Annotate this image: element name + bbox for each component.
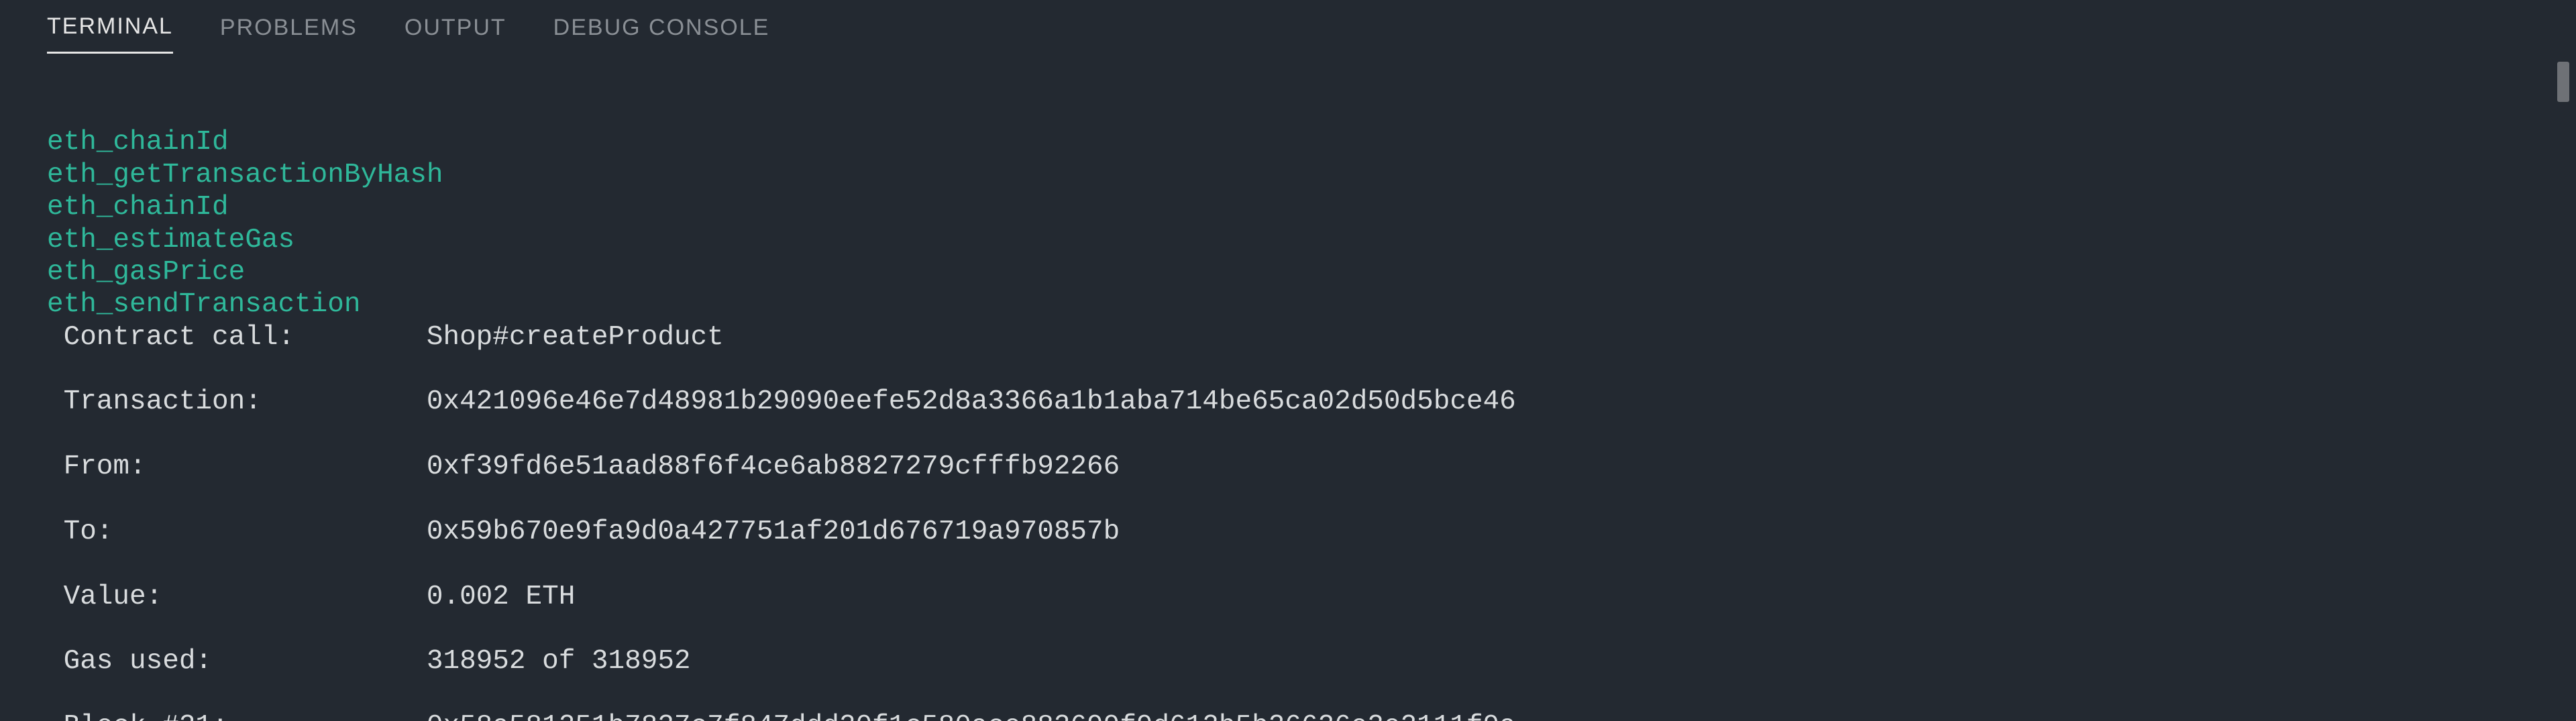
tx-key-contract-call: Contract call: — [64, 321, 427, 353]
panel-tabbar: TERMINAL PROBLEMS OUTPUT DEBUG CONSOLE — [0, 0, 2576, 54]
rpc-line: eth_sendTransaction — [47, 289, 360, 320]
rpc-line: eth_getTransactionByHash — [47, 160, 443, 190]
tx-val-value: 0.002 ETH — [427, 581, 575, 613]
rpc-line: eth_estimateGas — [47, 225, 294, 256]
tx-key-to: To: — [64, 516, 427, 548]
tab-output[interactable]: OUTPUT — [405, 15, 506, 53]
tx-key-transaction: Transaction: — [64, 386, 427, 418]
tx-key-value: Value: — [64, 581, 427, 613]
bottom-panel: TERMINAL PROBLEMS OUTPUT DEBUG CONSOLE e… — [0, 0, 2576, 721]
rpc-line: eth_chainId — [47, 192, 229, 223]
tx-val-to: 0x59b670e9fa9d0a427751af201d676719a97085… — [427, 516, 1120, 548]
tx-val-from: 0xf39fd6e51aad88f6f4ce6ab8827279cfffb922… — [427, 451, 1120, 483]
tab-problems[interactable]: PROBLEMS — [220, 15, 358, 53]
tx-key-from: From: — [64, 451, 427, 483]
terminal-output: eth_chainId eth_getTransactionByHash eth… — [47, 94, 2529, 721]
tx-key-block: Block #31: — [64, 710, 427, 721]
tab-terminal[interactable]: TERMINAL — [47, 13, 173, 54]
tx-val-contract-call: Shop#createProduct — [427, 321, 724, 353]
tab-debug-console[interactable]: DEBUG CONSOLE — [553, 15, 770, 53]
tx-key-gas-used: Gas used: — [64, 645, 427, 677]
rpc-line: eth_chainId — [47, 127, 229, 158]
rpc-line: eth_gasPrice — [47, 257, 245, 288]
terminal-view[interactable]: eth_chainId eth_getTransactionByHash eth… — [0, 54, 2576, 721]
scrollbar-thumb[interactable] — [2557, 62, 2569, 102]
tx-val-gas-used: 318952 of 318952 — [427, 645, 691, 677]
tx-val-transaction: 0x421096e46e7d48981b29090eefe52d8a3366a1… — [427, 386, 1516, 418]
tx-val-block: 0x58a581251b7837c7f847ddd20f1c580ace8836… — [427, 710, 1516, 721]
